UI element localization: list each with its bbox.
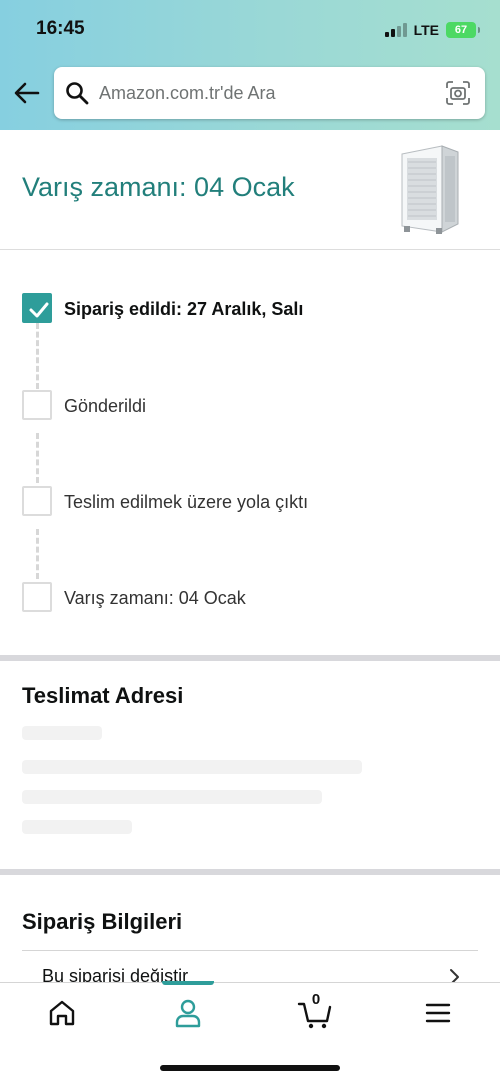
redacted-address-line (22, 790, 322, 804)
cart-count: 0 (311, 991, 321, 1008)
row-divider (22, 950, 478, 951)
section-divider (0, 655, 500, 661)
search-icon (66, 82, 89, 105)
cellular-signal-icon (384, 23, 407, 37)
step-label-out-for-delivery: Teslim edilmek üzere yola çıktı (64, 492, 309, 512)
step-label-arrival: Varış zamanı: 04 Ocak (64, 588, 246, 608)
home-icon[interactable] (42, 995, 82, 1031)
step-label-ordered: Sipariş edildi: 27 Aralık, Salı (64, 299, 304, 319)
shipment-tracker: Sipariş edildi: 27 Aralık, Salı Gönderil… (0, 251, 500, 654)
top-header: 16:45 LTE 67 Amazon.com.tr'de Ara (0, 0, 500, 130)
step-checkbox-out-for-delivery (22, 486, 52, 516)
step-label-shipped: Gönderildi (64, 396, 147, 416)
battery-level: 67 (454, 24, 468, 36)
search-input[interactable]: Amazon.com.tr'de Ara (54, 67, 485, 119)
menu-icon[interactable] (418, 995, 458, 1031)
tracker-connector (36, 529, 39, 579)
status-icons: LTE 67 (384, 20, 480, 40)
camera-scan-icon[interactable] (445, 80, 471, 106)
account-icon[interactable] (168, 995, 208, 1031)
checkmark-icon (29, 302, 49, 318)
redacted-address-line (22, 820, 132, 834)
tracker-connector (36, 323, 39, 389)
network-type: LTE (413, 22, 439, 38)
bottom-navigation: 0 (0, 981, 500, 1080)
redacted-address-line (22, 760, 362, 774)
address-title: Teslimat Adresi (22, 683, 184, 708)
step-checkbox-shipped (22, 390, 52, 420)
battery-icon: 67 (446, 22, 480, 38)
home-indicator (160, 1065, 340, 1071)
redacted-address-line (22, 726, 102, 740)
status-time: 16:45 (36, 18, 85, 39)
search-placeholder: Amazon.com.tr'de Ara (99, 83, 276, 103)
arrival-title: Varış zamanı: 04 Ocak (22, 172, 295, 202)
step-checkbox-ordered (22, 293, 52, 323)
product-image[interactable] (392, 142, 466, 236)
arrival-section: Varış zamanı: 04 Ocak (0, 130, 500, 250)
cart-button[interactable]: 0 (296, 991, 336, 1031)
order-info-title: Sipariş Bilgileri (22, 909, 183, 934)
back-arrow-icon[interactable] (12, 78, 42, 108)
tracker-connector (36, 433, 39, 483)
section-divider (0, 869, 500, 875)
step-checkbox-arrival (22, 582, 52, 612)
active-tab-indicator (162, 981, 214, 985)
